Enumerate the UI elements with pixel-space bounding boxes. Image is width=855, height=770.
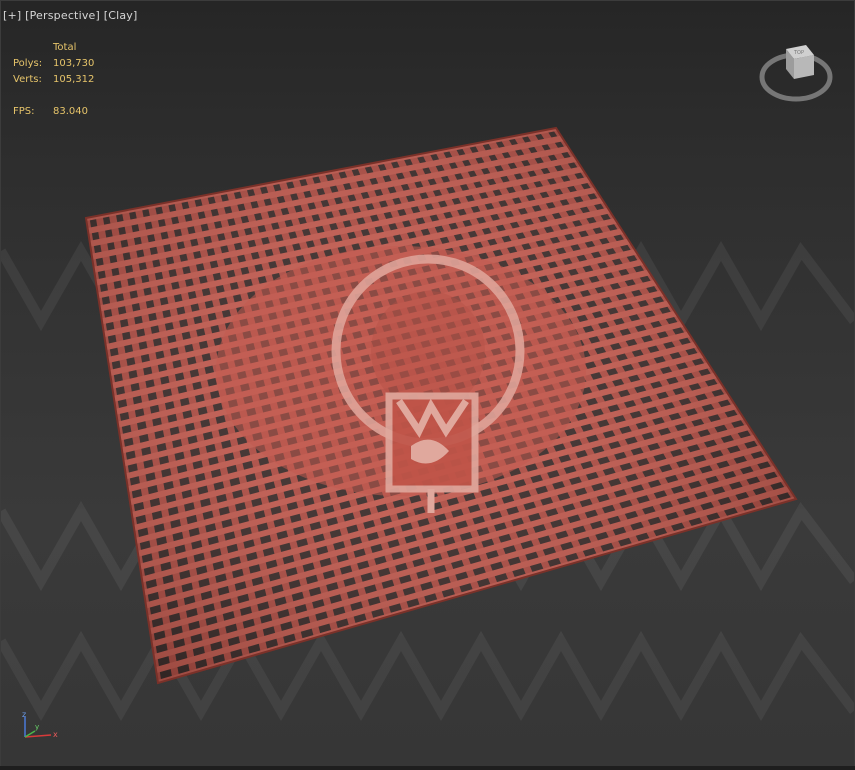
viewport-label: [+] [Perspective] [Clay] [3, 9, 137, 22]
viewport-menu-view[interactable]: [Perspective] [25, 9, 100, 22]
viewport-menu-plus[interactable]: [+] [3, 9, 21, 22]
axis-y-label: y [35, 723, 39, 731]
bottom-status-strip [0, 766, 855, 770]
statistics-overlay: Total Polys: 103,730 Verts: 105,312 FPS: 83… [13, 40, 94, 120]
verts-label: Verts: [13, 74, 42, 85]
stats-header: Total [53, 42, 77, 53]
verts-value: 105,312 [53, 74, 95, 85]
perspective-viewport[interactable]: [+] [Perspective] [Clay] Total Polys: 103… [0, 0, 855, 768]
axis-z-label: z [22, 710, 26, 719]
viewport-menu-shading[interactable]: [Clay] [104, 9, 138, 22]
axis-x-label: x [53, 730, 58, 739]
fps-value: 83.040 [53, 106, 88, 117]
fps-label: FPS: [13, 106, 35, 117]
viewcube-icon[interactable]: TOP [756, 37, 836, 107]
polys-value: 103,730 [53, 58, 95, 69]
woven-mesh-plane[interactable] [86, 128, 796, 683]
viewcube-face-label: TOP [793, 50, 804, 56]
mesh-scene[interactable] [1, 1, 854, 767]
polys-label: Polys: [13, 58, 43, 69]
axis-tripod-icon: z x y [22, 710, 58, 739]
